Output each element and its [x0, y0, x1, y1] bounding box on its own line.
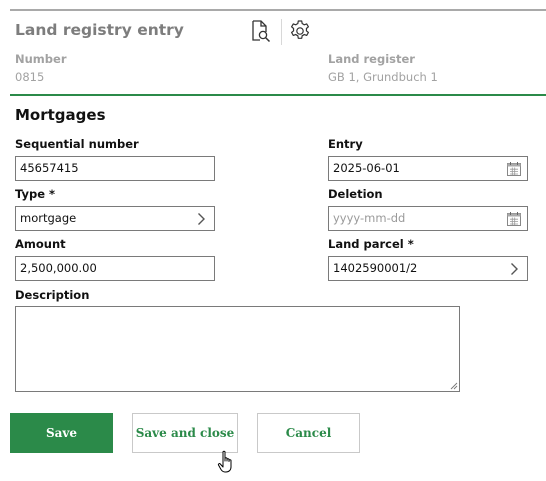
hand-cursor-icon [217, 450, 232, 473]
amount-value: 2,500,000.00 [20, 261, 97, 275]
sequential-number-value: 45657415 [20, 161, 79, 175]
deletion-label: Deletion [328, 187, 383, 201]
resize-grip-icon[interactable] [450, 382, 458, 390]
section-divider [10, 94, 546, 96]
land-register-label: Land register [328, 52, 415, 66]
page-title: Land registry entry [15, 21, 184, 39]
deletion-date-field[interactable]: yyyy-mm-dd [328, 206, 528, 231]
chevron-right-icon[interactable] [193, 211, 209, 227]
gear-icon[interactable] [288, 19, 312, 43]
type-select[interactable]: mortgage [15, 206, 215, 231]
number-label: Number [15, 52, 67, 66]
description-textarea[interactable] [15, 306, 460, 392]
save-and-close-button[interactable]: Save and close [132, 413, 238, 453]
amount-label: Amount [15, 237, 66, 251]
icon-separator [281, 19, 282, 45]
type-value: mortgage [20, 211, 77, 225]
entry-date-value: 2025-06-01 [333, 161, 400, 175]
land-parcel-label: Land parcel * [328, 237, 414, 251]
land-parcel-value: 1402590001/2 [333, 261, 418, 275]
calendar-icon[interactable] [506, 161, 522, 177]
section-title: Mortgages [15, 106, 106, 124]
sequential-number-field[interactable]: 45657415 [15, 156, 215, 181]
description-label: Description [15, 288, 90, 302]
chevron-right-icon[interactable] [506, 261, 522, 277]
type-label: Type * [15, 187, 56, 201]
land-parcel-select[interactable]: 1402590001/2 [328, 256, 528, 281]
calendar-icon[interactable] [506, 211, 522, 227]
top-divider [10, 9, 546, 11]
cancel-button[interactable]: Cancel [257, 413, 360, 453]
land-register-value: GB 1, Grundbuch 1 [328, 70, 438, 84]
entry-label: Entry [328, 137, 363, 151]
sequential-number-label: Sequential number [15, 137, 139, 151]
number-value: 0815 [15, 70, 45, 84]
entry-date-field[interactable]: 2025-06-01 [328, 156, 528, 181]
save-button[interactable]: Save [10, 413, 113, 453]
amount-field[interactable]: 2,500,000.00 [15, 256, 215, 281]
description-wrapper [15, 306, 460, 392]
document-search-icon[interactable] [249, 19, 273, 43]
deletion-date-placeholder: yyyy-mm-dd [333, 211, 406, 225]
